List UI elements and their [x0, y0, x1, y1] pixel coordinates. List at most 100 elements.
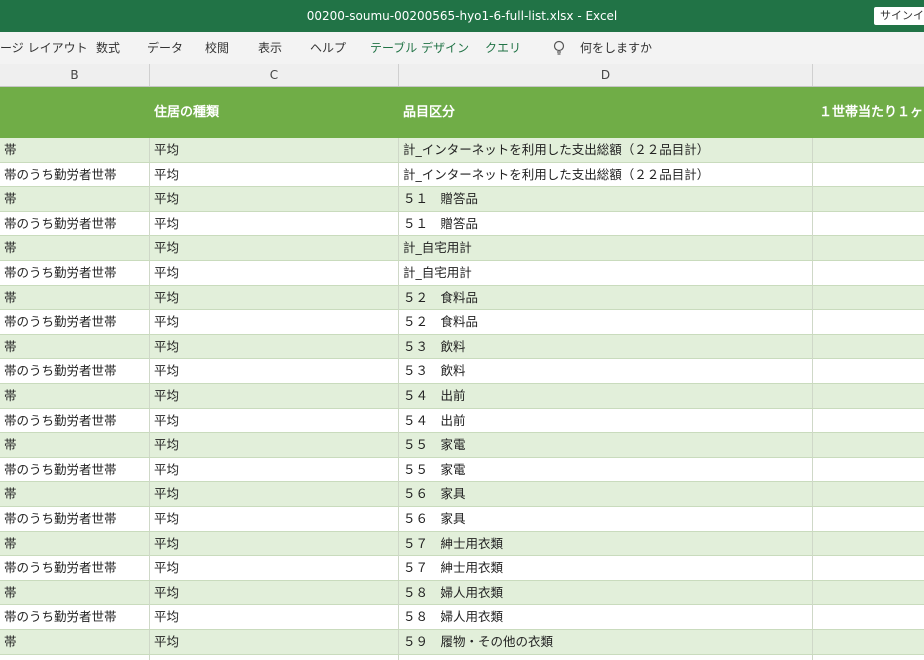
cell-value[interactable] — [813, 384, 924, 408]
tab-query[interactable]: クエリ — [485, 32, 521, 64]
header-cell-b[interactable] — [4, 87, 150, 138]
tab-review[interactable]: 校閲 — [205, 32, 229, 64]
cell-household[interactable]: 帯のうち勤労者世帯 — [0, 261, 150, 285]
cell-housing-type[interactable]: 平均 — [150, 384, 399, 408]
cell-housing-type[interactable]: 平均 — [150, 261, 399, 285]
cell-household[interactable]: 帯のうち勤労者世帯 — [0, 654, 150, 660]
cell-value[interactable] — [813, 630, 924, 654]
cell-household[interactable]: 帯のうち勤労者世帯 — [0, 605, 150, 630]
cell-value[interactable] — [813, 187, 924, 211]
cell-value[interactable] — [813, 261, 924, 285]
cell-item-category[interactable]: ５８ 婦人用衣類 — [399, 580, 813, 605]
cell-household[interactable]: 帯のうち勤労者世帯 — [0, 162, 150, 187]
cell-item-category[interactable]: 計_インターネットを利用した支出総額（２２品目計） — [399, 138, 813, 162]
cell-item-category[interactable]: ５３ 飲料 — [399, 334, 813, 359]
cell-housing-type[interactable]: 平均 — [150, 236, 399, 261]
cell-household[interactable]: 帯 — [0, 187, 150, 212]
cell-value[interactable] — [813, 212, 924, 236]
tab-data[interactable]: データ — [147, 32, 183, 64]
cell-housing-type[interactable]: 平均 — [150, 138, 399, 162]
cell-value[interactable] — [813, 581, 924, 605]
cell-value[interactable] — [813, 458, 924, 482]
cell-value[interactable] — [813, 163, 924, 187]
cell-item-category[interactable]: 計_自宅用計 — [399, 236, 813, 261]
cell-housing-type[interactable]: 平均 — [150, 162, 399, 187]
cell-item-category[interactable]: 計_インターネットを利用した支出総額（２２品目計） — [399, 162, 813, 187]
cell-housing-type[interactable]: 平均 — [150, 187, 399, 212]
cell-housing-type[interactable]: 平均 — [150, 556, 399, 581]
cell-housing-type[interactable]: 平均 — [150, 654, 399, 660]
cell-item-category[interactable]: ５７ 紳士用衣類 — [399, 556, 813, 581]
cell-value[interactable] — [813, 482, 924, 506]
cell-value[interactable] — [813, 409, 924, 433]
cell-housing-type[interactable]: 平均 — [150, 310, 399, 335]
cell-housing-type[interactable]: 平均 — [150, 359, 399, 384]
cell-household[interactable]: 帯 — [0, 236, 150, 261]
cell-housing-type[interactable]: 平均 — [150, 408, 399, 433]
cell-item-category[interactable]: ５４ 出前 — [399, 384, 813, 408]
cell-household[interactable]: 帯のうち勤労者世帯 — [0, 211, 150, 236]
cell-household[interactable]: 帯 — [0, 138, 150, 162]
column-header-b[interactable]: B — [0, 64, 150, 86]
cell-household[interactable]: 帯 — [0, 531, 150, 556]
cell-value[interactable] — [813, 605, 924, 629]
sign-in-button[interactable]: サインイン — [874, 7, 924, 25]
cell-value[interactable] — [813, 507, 924, 531]
cell-item-category[interactable]: ５４ 出前 — [399, 408, 813, 433]
tab-page-layout[interactable]: ージ レイアウト — [0, 32, 88, 64]
cell-housing-type[interactable]: 平均 — [150, 457, 399, 482]
cell-item-category[interactable]: ５１ 贈答品 — [399, 187, 813, 212]
cell-value[interactable] — [813, 359, 924, 383]
cell-household[interactable]: 帯 — [0, 384, 150, 408]
cell-household[interactable]: 帯 — [0, 482, 150, 507]
cell-item-category[interactable]: ５７ 紳士用衣類 — [399, 531, 813, 556]
column-header-d[interactable]: D — [399, 64, 813, 86]
cell-item-category[interactable]: 計_自宅用計 — [399, 261, 813, 285]
cell-item-category[interactable]: ５３ 飲料 — [399, 359, 813, 384]
cell-household[interactable]: 帯のうち勤労者世帯 — [0, 408, 150, 433]
cell-housing-type[interactable]: 平均 — [150, 334, 399, 359]
cell-household[interactable]: 帯のうち勤労者世帯 — [0, 457, 150, 482]
cell-value[interactable] — [813, 236, 924, 260]
cell-item-category[interactable]: ５２ 食料品 — [399, 310, 813, 335]
cell-item-category[interactable]: ５５ 家電 — [399, 433, 813, 458]
cell-housing-type[interactable]: 平均 — [150, 211, 399, 236]
cell-housing-type[interactable]: 平均 — [150, 580, 399, 605]
cell-item-category[interactable]: ５９ 履物・その他の衣類 — [399, 630, 813, 654]
tell-me-search[interactable]: 何をしますか — [580, 32, 652, 64]
column-header-e[interactable] — [813, 64, 924, 86]
cell-household[interactable]: 帯のうち勤労者世帯 — [0, 359, 150, 384]
cell-value[interactable] — [813, 655, 924, 660]
cell-item-category[interactable]: ５８ 婦人用衣類 — [399, 605, 813, 630]
header-cell-item-category[interactable]: 品目区分 — [403, 87, 813, 138]
cell-household[interactable]: 帯のうち勤労者世帯 — [0, 556, 150, 581]
tab-view[interactable]: 表示 — [258, 32, 282, 64]
cell-item-category[interactable]: ５１ 贈答品 — [399, 211, 813, 236]
cell-value[interactable] — [813, 433, 924, 457]
cell-item-category[interactable]: ５６ 家具 — [399, 482, 813, 507]
cell-household[interactable]: 帯のうち勤労者世帯 — [0, 310, 150, 335]
cell-housing-type[interactable]: 平均 — [150, 605, 399, 630]
cell-item-category[interactable]: ５２ 食料品 — [399, 285, 813, 310]
cell-value[interactable] — [813, 138, 924, 162]
header-cell-housing-type[interactable]: 住居の種類 — [154, 87, 399, 138]
cell-value[interactable] — [813, 310, 924, 334]
cell-household[interactable]: 帯 — [0, 334, 150, 359]
cell-housing-type[interactable]: 平均 — [150, 482, 399, 507]
cell-household[interactable]: 帯のうち勤労者世帯 — [0, 507, 150, 531]
cell-value[interactable] — [813, 532, 924, 556]
cell-household[interactable]: 帯 — [0, 580, 150, 605]
cell-item-category[interactable]: ５５ 家電 — [399, 457, 813, 482]
cell-household[interactable]: 帯 — [0, 630, 150, 654]
cell-housing-type[interactable]: 平均 — [150, 630, 399, 654]
cell-housing-type[interactable]: 平均 — [150, 433, 399, 458]
cell-value[interactable] — [813, 556, 924, 580]
header-cell-per-household[interactable]: １世帯当たり１ヶ — [819, 87, 924, 138]
column-header-c[interactable]: C — [150, 64, 399, 86]
cell-household[interactable]: 帯 — [0, 285, 150, 310]
cell-item-category[interactable]: ５９ 履物・その他の衣類 — [399, 654, 813, 660]
cell-housing-type[interactable]: 平均 — [150, 531, 399, 556]
tab-formulas[interactable]: 数式 — [96, 32, 120, 64]
cell-household[interactable]: 帯 — [0, 433, 150, 458]
tab-table-design[interactable]: テーブル デザイン — [370, 32, 469, 64]
